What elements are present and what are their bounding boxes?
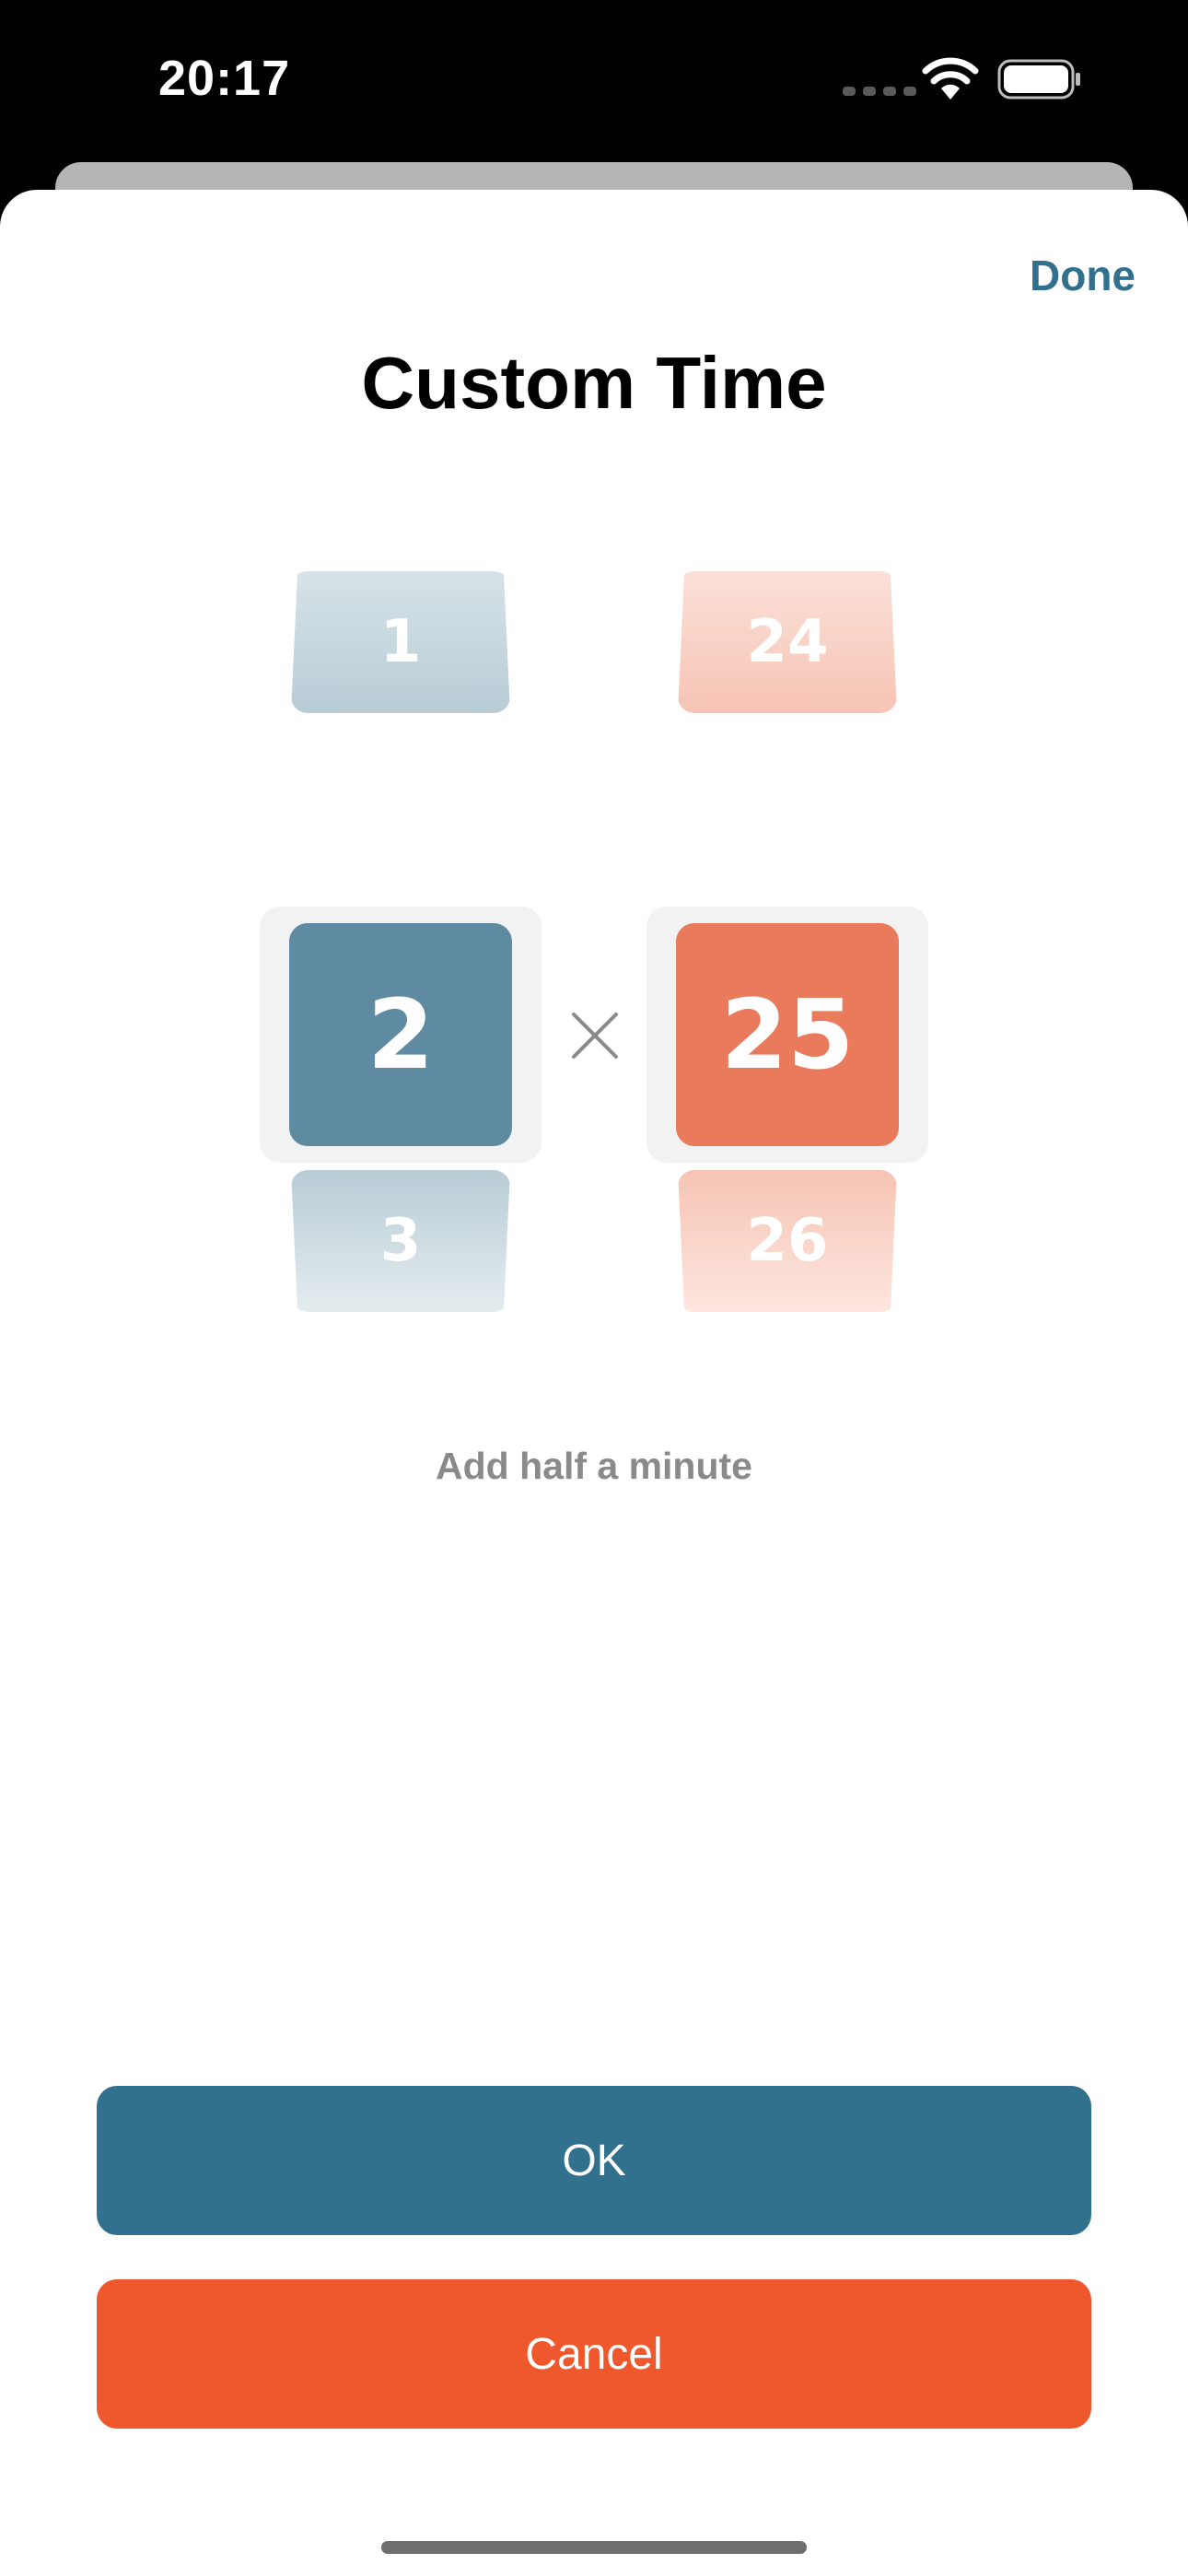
page-title: Custom Time (361, 342, 827, 424)
home-indicator[interactable] (381, 2541, 807, 2554)
picker-previous-value[interactable]: 1 (291, 571, 510, 713)
times-icon (572, 1013, 618, 1059)
battery-icon (997, 59, 1080, 100)
multiplier-picker[interactable]: 1 2 3 (260, 571, 542, 1317)
picker-previous-value[interactable]: 24 (678, 571, 897, 713)
cellular-signal-icon (843, 87, 916, 96)
ok-button[interactable]: OK (97, 2086, 1091, 2235)
picker-next-value[interactable]: 26 (678, 1170, 897, 1312)
done-button[interactable]: Done (1030, 251, 1136, 300)
status-bar: 20:17 (0, 0, 1188, 166)
helper-text: Add half a minute (436, 1445, 752, 1487)
picker-selected-value[interactable]: 2 (289, 923, 512, 1146)
picker-selected-value[interactable]: 25 (676, 923, 899, 1146)
status-time: 20:17 (158, 51, 291, 106)
picker-next-value[interactable]: 3 (291, 1170, 510, 1312)
wifi-icon (922, 57, 979, 100)
cancel-button[interactable]: Cancel (97, 2279, 1091, 2429)
seconds-picker[interactable]: 24 25 26 (646, 571, 928, 1317)
